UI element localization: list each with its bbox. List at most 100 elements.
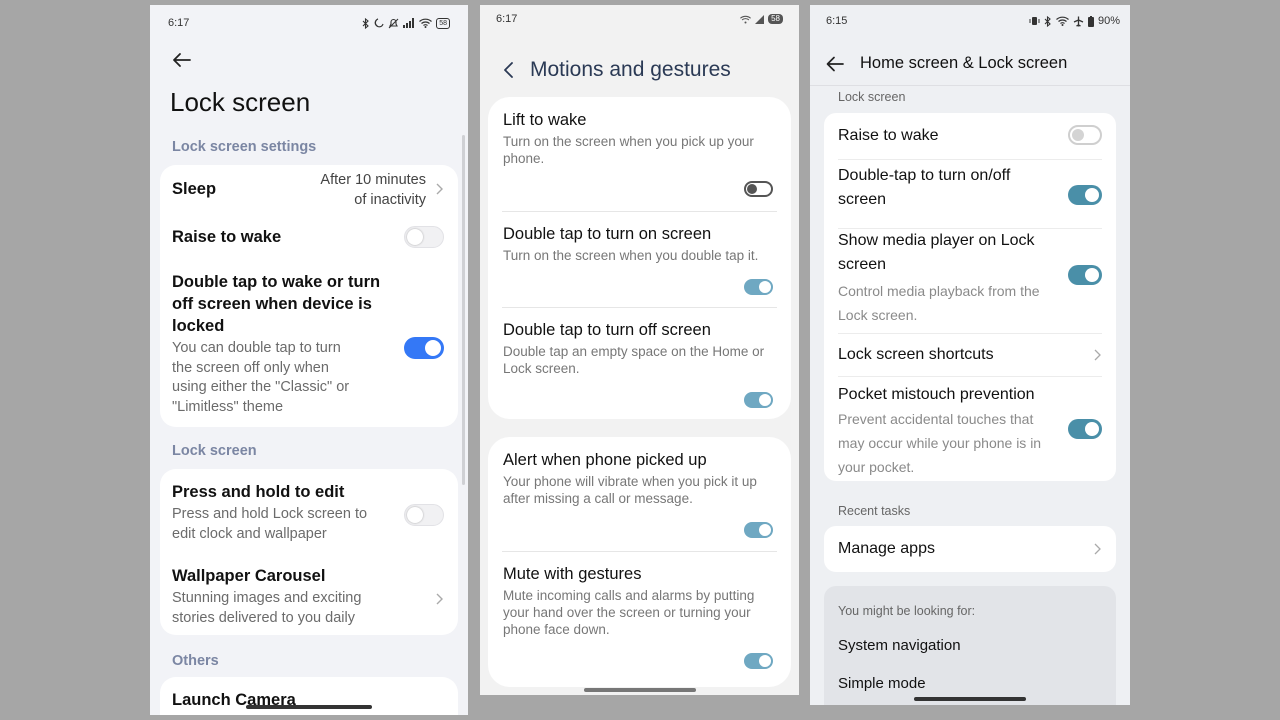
double-tap-off-desc-line: Lock screen. (503, 361, 580, 376)
row-double-tap[interactable]: Double tap to wake or turn off screen wh… (160, 271, 458, 421)
wallpaper-desc-line: Stunning images and exciting (172, 590, 362, 606)
home-indicator[interactable] (584, 688, 696, 692)
shortcuts-label: Lock screen shortcuts (838, 346, 994, 363)
wifi-icon (1056, 16, 1069, 26)
mute-gestures-toggle[interactable] (744, 653, 773, 669)
section-header-others: Others (172, 653, 219, 669)
double-tap-label: Double tap to wake or turn off screen wh… (172, 271, 380, 337)
raise-to-wake-toggle[interactable] (1068, 125, 1102, 145)
row-sleep[interactable]: Sleep After 10 minutes of inactivity (160, 165, 458, 215)
row-manage-apps[interactable]: Manage apps (824, 526, 1116, 572)
double-tap-label-line: Double-tap to turn on/off (838, 167, 1011, 184)
wallpaper-carousel-label: Wallpaper Carousel (172, 567, 326, 585)
row-double-tap[interactable]: Double-tap to turn on/off screen (824, 160, 1116, 226)
row-press-hold[interactable]: Press and hold to edit Press and hold Lo… (160, 481, 458, 551)
status-icons: 58 (740, 14, 783, 24)
press-hold-desc-line: Press and hold Lock screen to (172, 506, 368, 522)
suggestions-header: You might be looking for: (838, 604, 976, 618)
status-time: 6:15 (826, 15, 848, 27)
wallpaper-desc-line: stories delivered to you daily (172, 609, 355, 626)
wallpaper-carousel-description: Stunning images and exciting stories del… (172, 589, 361, 628)
lift-to-wake-toggle[interactable] (744, 181, 773, 197)
row-lock-screen-shortcuts[interactable]: Lock screen shortcuts (824, 334, 1116, 374)
pocket-mistouch-toggle[interactable] (1068, 419, 1102, 439)
wifi-icon (740, 15, 752, 24)
row-media-player[interactable]: Show media player on Lock screen Control… (824, 229, 1116, 329)
row-raise-to-wake[interactable]: Raise to wake (824, 113, 1116, 157)
press-hold-toggle[interactable] (404, 504, 444, 526)
pocket-mistouch-label: Pocket mistouch prevention (838, 386, 1035, 403)
double-tap-on-toggle[interactable] (744, 279, 773, 295)
home-indicator[interactable] (914, 697, 1026, 701)
settings-card-lock: Raise to wake Double-tap to turn on/off … (824, 113, 1116, 481)
double-tap-off-description: Double tap an empty space on the Home or… (503, 343, 777, 377)
settings-card-lock-screen: Press and hold to edit Press and hold Lo… (160, 469, 458, 635)
double-tap-on-description: Turn on the screen when you double tap i… (503, 247, 777, 264)
media-player-label-line: Show media player on Lock (838, 232, 1035, 249)
vibrate-icon (1029, 16, 1040, 26)
row-lift-to-wake[interactable]: Lift to wake Turn on the screen when you… (488, 97, 791, 207)
double-tap-on-label: Double tap to turn on screen (503, 225, 712, 243)
chevron-right-icon (436, 183, 443, 195)
mute-gestures-description: Mute incoming calls and alarms by puttin… (503, 587, 777, 638)
mute-icon (388, 18, 399, 29)
alert-picked-up-toggle[interactable] (744, 522, 773, 538)
sleep-value: After 10 minutes of inactivity (320, 170, 426, 210)
mute-gestures-desc-line: your hand over the screen or turning you… (503, 605, 751, 620)
press-hold-label: Press and hold to edit (172, 483, 345, 501)
row-alert-picked-up[interactable]: Alert when phone picked up Your phone wi… (488, 437, 791, 547)
status-bar: 6:17 58 (168, 17, 450, 29)
alert-picked-up-label: Alert when phone picked up (503, 451, 707, 469)
phone-lock-screen: 6:17 58 Lock screen Lock screen settings… (150, 5, 468, 715)
pocket-desc-line: Prevent accidental touches that (838, 411, 1034, 427)
row-mute-gestures[interactable]: Mute with gestures Mute incoming calls a… (488, 552, 791, 682)
row-launch-camera[interactable]: Launch Camera (160, 677, 458, 715)
row-double-tap-on[interactable]: Double tap to turn on screen Turn on the… (488, 212, 791, 307)
status-time: 6:17 (496, 13, 518, 25)
media-player-toggle[interactable] (1068, 265, 1102, 285)
double-tap-off-toggle[interactable] (744, 392, 773, 408)
bluetooth-icon (362, 17, 370, 29)
chevron-right-icon (1094, 349, 1101, 361)
double-tap-desc-line: "Limitless" theme (172, 398, 284, 415)
bluetooth-icon (1044, 15, 1052, 27)
status-bar: 6:15 90% (826, 15, 1120, 27)
home-indicator[interactable] (246, 705, 372, 709)
suggestion-simple-mode[interactable]: Simple mode (838, 675, 926, 692)
status-icons: 58 (362, 17, 450, 29)
alert-picked-up-desc-line: Your phone will vibrate when you pick it… (503, 474, 757, 489)
double-tap-toggle[interactable] (1068, 185, 1102, 205)
double-tap-desc-line: using either the "Classic" or (172, 379, 350, 395)
double-tap-label: Double-tap to turn on/off screen (838, 164, 1056, 212)
row-pocket-mistouch[interactable]: Pocket mistouch prevention Prevent accid… (824, 377, 1116, 481)
media-player-label: Show media player on Lock screen (838, 229, 1056, 277)
mute-gestures-desc-line: Mute incoming calls and alarms by puttin… (503, 588, 755, 603)
signal-icon (403, 18, 415, 28)
row-wallpaper-carousel[interactable]: Wallpaper Carousel Stunning images and e… (160, 565, 458, 631)
back-arrow-icon[interactable] (170, 49, 194, 71)
media-player-label-line: screen (838, 256, 887, 273)
double-tap-toggle[interactable] (404, 337, 444, 359)
sleep-label: Sleep (172, 180, 217, 198)
double-tap-desc-line: You can double tap to turn (172, 340, 341, 356)
double-tap-description: You can double tap to turn the screen of… (172, 339, 349, 417)
pocket-mistouch-description: Prevent accidental touches that may occu… (838, 407, 1056, 479)
status-time: 6:17 (168, 17, 190, 29)
press-hold-description: Press and hold Lock screen to edit clock… (172, 505, 367, 544)
scrollbar[interactable] (462, 135, 465, 485)
gestures-card-2: Alert when phone picked up Your phone wi… (488, 437, 791, 687)
section-header-lock-settings: Lock screen settings (172, 139, 317, 155)
back-arrow-icon[interactable] (824, 53, 846, 75)
settings-card-lock: Sleep After 10 minutes of inactivity Rai… (160, 165, 458, 427)
double-tap-label-line: Double tap to wake or turn (172, 273, 381, 291)
back-chevron-icon[interactable] (500, 59, 518, 81)
battery-icon (1087, 15, 1094, 27)
raise-to-wake-toggle[interactable] (404, 226, 444, 248)
chevron-right-icon (436, 593, 443, 605)
lift-to-wake-desc-line: Turn on the screen when you pick up your (503, 134, 754, 149)
row-double-tap-off[interactable]: Double tap to turn off screen Double tap… (488, 308, 791, 418)
media-player-desc-line: Control media playback from the (838, 283, 1040, 299)
row-raise-to-wake[interactable]: Raise to wake (160, 221, 458, 261)
suggestion-system-navigation[interactable]: System navigation (838, 637, 961, 654)
double-tap-desc-line: the screen off only when (172, 359, 329, 376)
